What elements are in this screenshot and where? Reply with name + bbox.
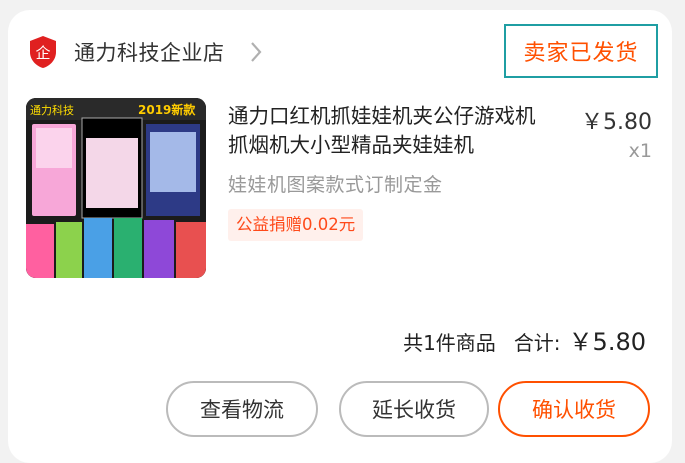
extend-receipt-label: 延长收货 — [372, 398, 456, 422]
total-label: 合计: — [513, 331, 561, 355]
extend-receipt-button[interactable]: 延长收货 — [339, 381, 489, 437]
product-quantity: x1 — [628, 140, 652, 162]
image-badge-text: 2019新款 — [138, 102, 196, 117]
total-value: ￥5.80 — [568, 328, 646, 356]
view-logistics-label: 查看物流 — [200, 398, 284, 422]
shop-badge-icon: 企 — [30, 36, 56, 68]
product-spec: 娃娃机图案款式订制定金 — [228, 174, 443, 196]
confirm-receipt-label: 确认收货 — [532, 398, 616, 422]
product-thumbnail[interactable]: 通力科技 2019新款 — [26, 98, 206, 278]
item-count: 共1件商品 — [403, 331, 496, 355]
product-image: 通力科技 2019新款 — [26, 98, 206, 278]
order-status-box: 卖家已发货 — [504, 24, 658, 78]
image-brand-text: 通力科技 — [30, 103, 74, 117]
confirm-receipt-button[interactable]: 确认收货 — [498, 381, 650, 437]
charity-tag: 公益捐赠0.02元 — [228, 209, 364, 241]
order-status: 卖家已发货 — [523, 41, 639, 66]
shop-badge-glyph: 企 — [35, 44, 50, 62]
view-logistics-button[interactable]: 查看物流 — [166, 381, 318, 437]
shop-name[interactable]: 通力科技企业店 — [74, 37, 225, 67]
product-title[interactable]: 通力口红机抓娃娃机夹公仔游戏机抓烟机大小型精品夹娃娃机 — [228, 102, 548, 160]
order-card: 企 通力科技企业店 卖家已发货 通力科技 2019新款 通力口红机抓娃娃机夹公仔… — [8, 10, 672, 463]
product-price: ￥5.80 — [581, 110, 652, 135]
shop-header[interactable]: 企 通力科技企业店 — [28, 32, 263, 72]
order-summary: 共1件商品 合计: ￥5.80 — [403, 322, 646, 357]
chevron-right-icon[interactable] — [249, 41, 263, 63]
